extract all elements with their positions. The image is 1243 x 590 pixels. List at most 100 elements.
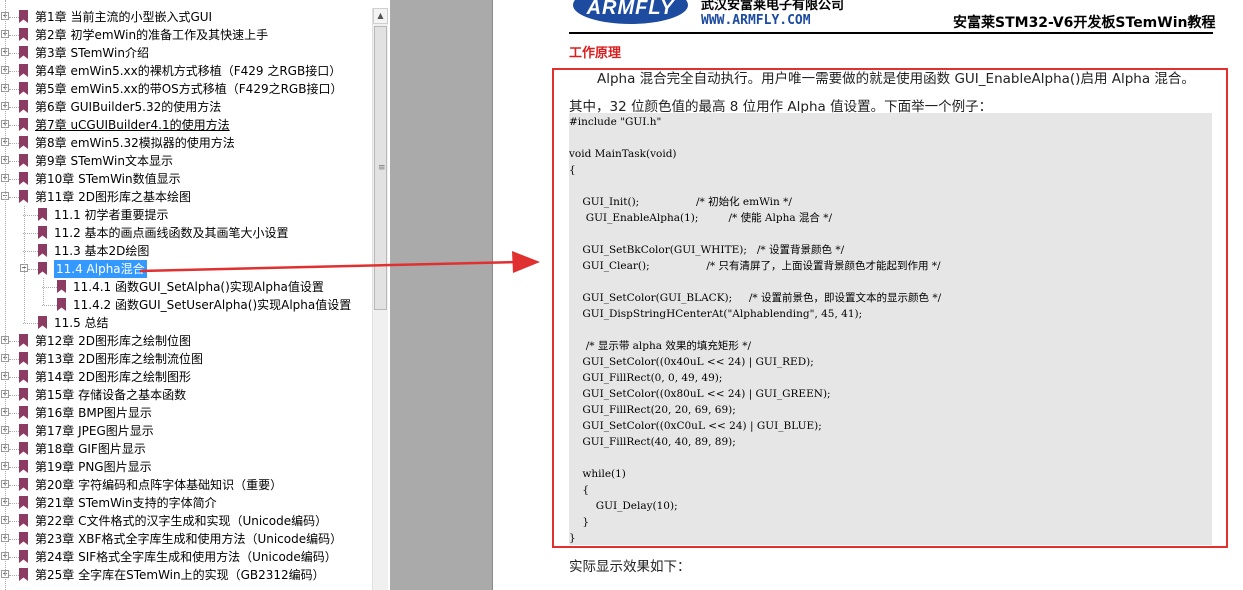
bookmark-item[interactable]: + 第25章 全字库在STemWin上的实现（GB2312编码） [0,566,372,584]
code-line: GUI_FillRect(40, 40, 89, 89); [569,436,736,448]
bookmark-icon [19,550,28,563]
bookmark-icon [19,568,28,581]
bookmark-scrollbar[interactable]: ▲ ≡ [372,8,388,590]
tree-connector [9,35,19,36]
code-line: GUI_DispStringHCenterAt("Alphablending",… [569,308,863,320]
bookmark-label: 11.4 Alpha混合 [54,260,147,278]
tree-connector [5,0,6,590]
bookmark-label: 第25章 全字库在STemWin上的实现（GB2312编码） [35,568,325,582]
bookmark-icon [19,532,28,545]
bookmark-item[interactable]: + 第16章 BMP图片显示 [0,404,372,422]
bookmark-icon [38,208,47,221]
bookmark-item[interactable]: + 第13章 2D图形库之绘制流位图 [0,350,372,368]
bookmark-label: 第17章 JPEG图片显示 [35,424,154,438]
tree-connector [9,107,19,108]
company-name: 武汉安富莱电子有限公司 [701,0,845,13]
bookmark-label: 第19章 PNG图片显示 [35,460,152,474]
bookmark-panel: + 第1章 当前主流的小型嵌入式GUI + 第2章 初学emWin的准备工作及其快速上… [0,0,390,590]
result-caption: 实际显示效果如下： [569,559,691,575]
bookmark-item[interactable]: + 第10章 STemWin数值显示 [0,170,372,188]
panel-splitter[interactable] [390,0,492,590]
bookmark-label: 第10章 STemWin数值显示 [35,172,181,186]
bookmark-item[interactable]: + 第2章 初学emWin的准备工作及其快速上手 [0,26,372,44]
bookmark-label: 第8章 emWin5.32模拟器的使用方法 [35,136,235,150]
bookmark-icon [38,226,47,239]
tree-connector [28,269,38,270]
bookmark-label: 11.1 初学者重要提示 [54,208,169,222]
bookmark-item[interactable]: + 第21章 STemWin支持的字体简介 [0,494,372,512]
bookmark-icon [19,28,28,41]
scroll-up-icon[interactable]: ▲ [373,8,388,24]
bookmark-item[interactable]: 11.3 基本2D绘图 [0,242,372,260]
bookmark-icon [19,118,28,131]
bookmark-label: 第5章 emWin5.xx的带OS方式移植（F429之RGB接口） [35,82,343,96]
tree-connector [9,467,19,468]
bookmark-icon [19,82,28,95]
bookmark-label: 第4章 emWin5.xx的裸机方式移植（F429 之RGB接口） [35,64,342,78]
bookmark-item[interactable]: + 第8章 emWin5.32模拟器的使用方法 [0,134,372,152]
tree-connector [9,575,19,576]
bookmark-item[interactable]: + 第19章 PNG图片显示 [0,458,372,476]
bookmark-label: 第20章 字符编码和点阵字体基础知识（重要） [35,478,283,492]
bookmark-icon [19,136,28,149]
bookmark-label: 第6章 GUIBuilder5.32的使用方法 [35,100,222,114]
bookmark-item[interactable]: + 第5章 emWin5.xx的带OS方式移植（F429之RGB接口） [0,80,372,98]
bookmark-item[interactable]: + 第9章 STemWin文本显示 [0,152,372,170]
tree-connector [9,197,19,198]
bookmark-item[interactable]: 11.4.2 函数GUI_SetUserAlpha()实现Alpha值设置 [0,296,372,314]
tree-connector [23,323,38,324]
bookmark-label: 第7章 uCGUIBuilder4.1的使用方法 [35,118,230,132]
bookmark-item[interactable]: − 第11章 2D图形库之基本绘图 [0,188,372,206]
bookmark-icon [19,334,28,347]
tree-connector [9,143,19,144]
header-rule [569,32,1213,34]
bookmark-item[interactable]: 11.2 基本的画点画线函数及其画笔大小设置 [0,224,372,242]
tree-connector [9,413,19,414]
bookmark-item[interactable]: + 第12章 2D图形库之绘制位图 [0,332,372,350]
code-line: void MainTask(void) [569,148,677,160]
bookmark-item[interactable]: + 第6章 GUIBuilder5.32的使用方法 [0,98,372,116]
bookmark-item[interactable]: + 第22章 C文件格式的汉字生成和实现（Unicode编码） [0,512,372,530]
bookmark-item[interactable]: + 第24章 SIF格式全字库生成和使用方法（Unicode编码） [0,548,372,566]
tree-connector [9,359,19,360]
scroll-thumb[interactable]: ≡ [374,26,387,310]
bookmark-icon [19,352,28,365]
bookmark-item[interactable]: + 第20章 字符编码和点阵字体基础知识（重要） [0,476,372,494]
bookmark-label: 第12章 2D图形库之绘制位图 [35,334,191,348]
grip-icon: ≡ [378,163,386,173]
bookmark-item[interactable]: −11.4 Alpha混合 [0,260,372,278]
bookmark-label: 第15章 存储设备之基本函数 [35,388,187,402]
tree-connector [23,215,38,216]
bookmark-item[interactable]: + 第3章 STemWin介绍 [0,44,372,62]
bookmark-item[interactable]: + 第14章 2D图形库之绘制图形 [0,368,372,386]
bookmark-item[interactable]: + 第7章 uCGUIBuilder4.1的使用方法 [0,116,372,134]
code-line: GUI_Clear(); /* 只有清屏了，上面设置背景颜色才能起到作用 */ [569,260,941,272]
code-line: GUI_SetColor((0x80uL << 24) | GUI_GREEN)… [569,388,831,400]
tree-connector [9,161,19,162]
bookmark-icon [19,100,28,113]
bookmark-label: 11.4.2 函数GUI_SetUserAlpha()实现Alpha值设置 [73,298,352,312]
bookmark-label: 11.4.1 函数GUI_SetAlpha()实现Alpha值设置 [73,280,324,294]
tree-connector [9,539,19,540]
bookmark-item[interactable]: + 第1章 当前主流的小型嵌入式GUI [0,8,372,26]
bookmark-item[interactable]: + 第17章 JPEG图片显示 [0,422,372,440]
bookmark-item[interactable]: 11.5 总结 [0,314,372,332]
code-line: while(1) [569,468,626,480]
bookmark-icon [19,478,28,491]
armfly-logo: ARMFLY [573,0,688,24]
bookmark-label: 11.2 基本的画点画线函数及其画笔大小设置 [54,226,289,240]
bookmark-item[interactable]: 11.4.1 函数GUI_SetAlpha()实现Alpha值设置 [0,278,372,296]
bookmark-icon [19,154,28,167]
tree-connector [9,449,19,450]
bookmark-label: 第18章 GIF图片显示 [35,442,146,456]
bookmark-label: 第23章 XBF格式全字库生成和使用方法（Unicode编码） [35,532,343,546]
document-page: ARMFLY 武汉安富莱电子有限公司 WWW.ARMFLY.COM 安富莱STM… [493,0,1243,590]
code-line: GUI_Delay(10); [569,500,678,512]
bookmark-item[interactable]: + 第23章 XBF格式全字库生成和使用方法（Unicode编码） [0,530,372,548]
bookmark-item[interactable]: + 第4章 emWin5.xx的裸机方式移植（F429 之RGB接口） [0,62,372,80]
bookmark-label: 第16章 BMP图片显示 [35,406,152,420]
bookmark-label: 第9章 STemWin文本显示 [35,154,173,168]
bookmark-item[interactable]: + 第18章 GIF图片显示 [0,440,372,458]
bookmark-item[interactable]: 11.1 初学者重要提示 [0,206,372,224]
bookmark-item[interactable]: + 第15章 存储设备之基本函数 [0,386,372,404]
